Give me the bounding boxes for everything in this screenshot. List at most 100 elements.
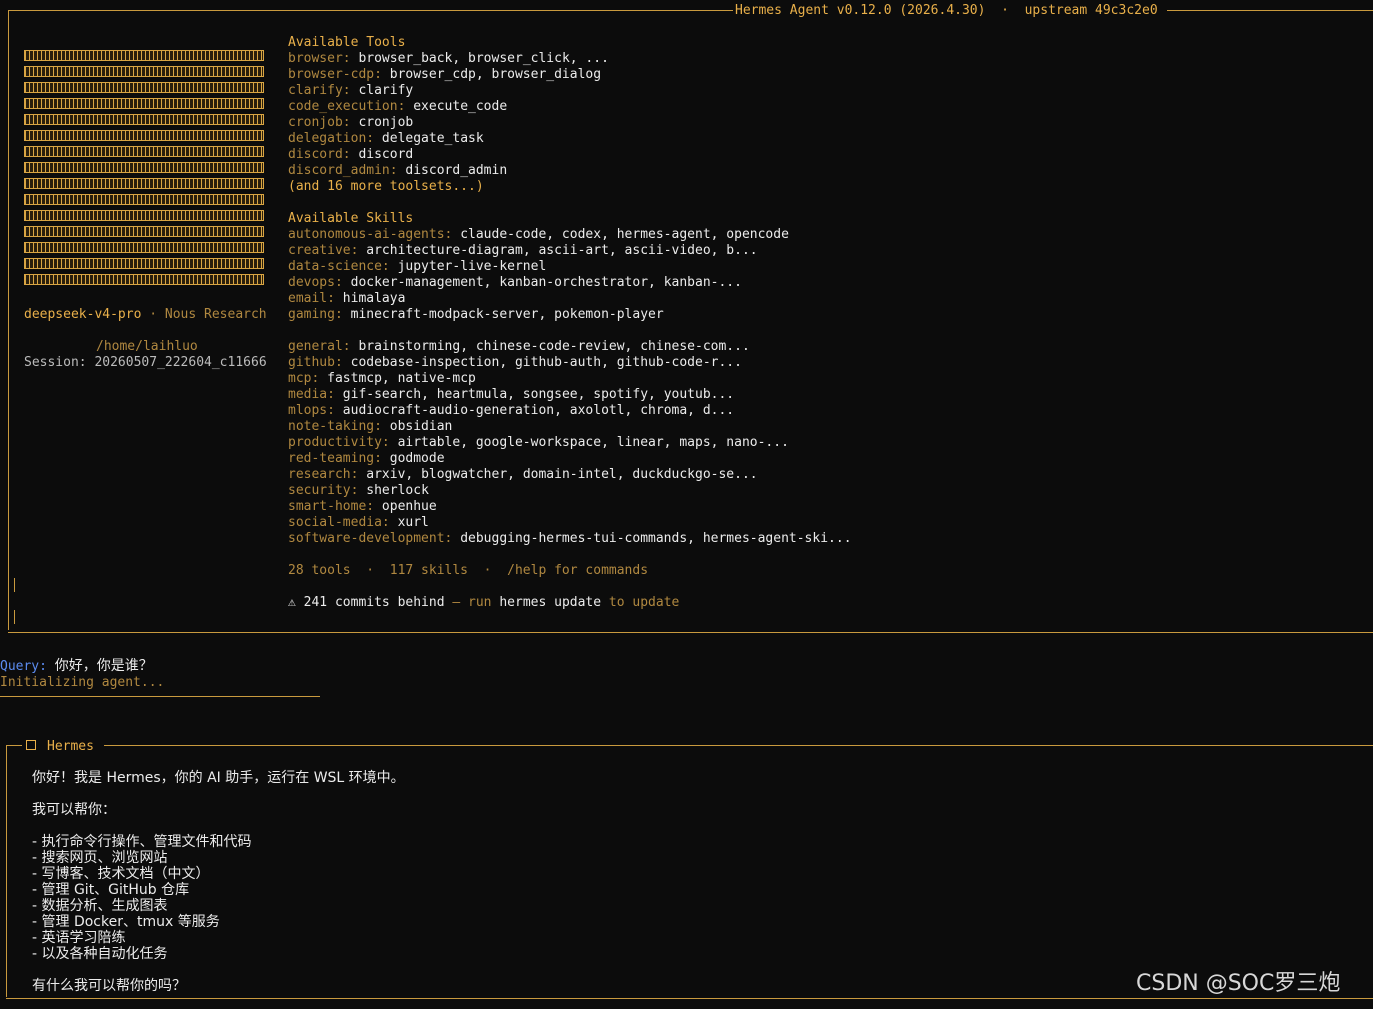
response-title: Hermes: [47, 739, 94, 754]
response-line: - 写博客、技术文档（中文）: [32, 866, 210, 882]
tools-category: delegation:: [288, 131, 382, 146]
tools-row: cronjob: cronjob: [288, 115, 852, 131]
skills-row: email: himalaya: [288, 291, 852, 307]
banner-frame-top-left: [8, 10, 733, 11]
response-line: 我可以帮你：: [32, 802, 116, 818]
skills-values: obsidian: [389, 419, 453, 434]
banner-frame-bottom: [8, 632, 1373, 633]
skills-list: autonomous-ai-agents: claude-code, codex…: [288, 227, 852, 547]
frame-mark: [14, 578, 15, 592]
session-id: 20260507_222604_c11666: [94, 355, 267, 370]
skills-category: general:: [288, 339, 359, 354]
response-line: - 以及各种自动化任务: [32, 946, 168, 962]
skills-category: mcp:: [288, 371, 328, 386]
skills-row: software-development: debugging-hermes-t…: [288, 531, 852, 547]
skills-values: openhue: [381, 499, 437, 514]
skills-row: github: codebase-inspection, github-auth…: [288, 355, 852, 371]
skills-row: productivity: airtable, google-workspace…: [288, 435, 852, 451]
status-rule: [0, 696, 320, 697]
skills-values: claude-code, codex, hermes-agent, openco…: [460, 227, 789, 242]
response-line: - 管理 Git、GitHub 仓库: [32, 882, 190, 898]
response-line: - 英语学习陪练: [32, 930, 126, 946]
provider-name: Nous Research: [164, 307, 267, 322]
summary-line: 28 tools · 117 skills · /help for comman…: [288, 563, 649, 578]
working-directory: /home/laihluo: [96, 339, 198, 354]
tools-values: browser_back, browser_click, ...: [358, 51, 609, 66]
update-warning: ⚠ 241 commits behind — run hermes update…: [288, 595, 852, 611]
model-name: deepseek-v4-pro: [24, 307, 142, 322]
skills-values: docker-management, kanban-orchestrator, …: [350, 275, 742, 290]
frame-mark: [14, 610, 15, 624]
session-info: Session: 20260507_222604_c11666: [24, 355, 267, 371]
skills-values: gif-search, heartmula, songsee, spotify,…: [342, 387, 735, 402]
skills-category: software-development:: [288, 531, 461, 546]
skills-values: brainstorming, chinese-code-review, chin…: [358, 339, 750, 354]
tools-row: clarify: clarify: [288, 83, 852, 99]
response-frame-bottom: [6, 998, 1373, 999]
skills-values: jupyter-live-kernel: [397, 259, 547, 274]
tools-values: cronjob: [358, 115, 414, 130]
tools-category: browser-cdp:: [288, 67, 390, 82]
skills-category: email:: [288, 291, 343, 306]
tools-category: discord:: [288, 147, 359, 162]
skills-row: mlops: audiocraft-audio-generation, axol…: [288, 403, 852, 419]
skills-category: devops:: [288, 275, 351, 290]
init-status: Initializing agent...: [0, 675, 165, 690]
tools-values: clarify: [358, 83, 414, 98]
skills-row: social-media: xurl: [288, 515, 852, 531]
watermark: CSDN @SOC罗三炮: [1136, 971, 1341, 996]
skills-row: security: sherlock: [288, 483, 852, 499]
skills-category: mlops:: [288, 403, 343, 418]
tools-heading: Available Tools: [288, 35, 406, 50]
skills-row: devops: docker-management, kanban-orches…: [288, 275, 852, 291]
skills-row: smart-home: openhue: [288, 499, 852, 515]
skills-values: airtable, google-workspace, linear, maps…: [397, 435, 789, 450]
query-text: 你好，你是谁？: [54, 658, 153, 674]
skills-category: gaming:: [288, 307, 351, 322]
checkbox-icon: [26, 740, 36, 750]
tools-values: discord_admin: [405, 163, 508, 178]
skills-row: [288, 323, 852, 339]
skills-category: red-teaming:: [288, 451, 390, 466]
skills-values: codebase-inspection, github-auth, github…: [350, 355, 742, 370]
tools-category: clarify:: [288, 83, 359, 98]
skills-row: autonomous-ai-agents: claude-code, codex…: [288, 227, 852, 243]
tools-row: discord: discord: [288, 147, 852, 163]
skills-category: productivity:: [288, 435, 398, 450]
skills-category: github:: [288, 355, 351, 370]
response-line: - 搜索网页、浏览网站: [32, 850, 168, 866]
response-line: - 管理 Docker、tmux 等服务: [32, 914, 220, 930]
skills-values: debugging-hermes-tui-commands, hermes-ag…: [460, 531, 852, 546]
skills-values: xurl: [397, 515, 429, 530]
skills-category: data-science:: [288, 259, 398, 274]
skills-values: architecture-diagram, ascii-art, ascii-v…: [366, 243, 758, 258]
tools-row: code_execution: execute_code: [288, 99, 852, 115]
response-frame-left: [6, 745, 7, 997]
skills-row: red-teaming: godmode: [288, 451, 852, 467]
tools-list: browser: browser_back, browser_click, ..…: [288, 51, 852, 179]
tools-row: browser-cdp: browser_cdp, browser_dialog: [288, 67, 852, 83]
skills-values: godmode: [389, 451, 445, 466]
response-body: 你好！我是 Hermes，你的 AI 助手，运行在 WSL 环境中。 我可以帮你：…: [32, 770, 405, 994]
skills-row: creative: architecture-diagram, ascii-ar…: [288, 243, 852, 259]
skills-row: data-science: jupyter-live-kernel: [288, 259, 852, 275]
version-title: Hermes Agent v0.12.0 (2026.4.30) · upstr…: [735, 3, 1158, 18]
skills-category: research:: [288, 467, 367, 482]
skills-values: minecraft-modpack-server, pokemon-player: [350, 307, 664, 322]
tools-category: browser:: [288, 51, 359, 66]
skills-category: autonomous-ai-agents:: [288, 227, 461, 242]
hermes-logo: [24, 50, 264, 286]
update-count: 241 commits behind: [295, 595, 453, 610]
tools-values: execute_code: [413, 99, 508, 114]
session-label: Session:: [24, 355, 95, 370]
banner-right-column: Available Tools browser: browser_back, b…: [288, 35, 852, 611]
banner-frame-top-right: [1167, 10, 1373, 11]
update-command: hermes update: [499, 595, 602, 610]
skills-category: media:: [288, 387, 343, 402]
skills-row: general: brainstorming, chinese-code-rev…: [288, 339, 852, 355]
skills-row: mcp: fastmcp, native-mcp: [288, 371, 852, 387]
skills-row: note-taking: obsidian: [288, 419, 852, 435]
skills-row: gaming: minecraft-modpack-server, pokemo…: [288, 307, 852, 323]
skills-category: security:: [288, 483, 367, 498]
skills-values: audiocraft-audio-generation, axolotl, ch…: [342, 403, 735, 418]
